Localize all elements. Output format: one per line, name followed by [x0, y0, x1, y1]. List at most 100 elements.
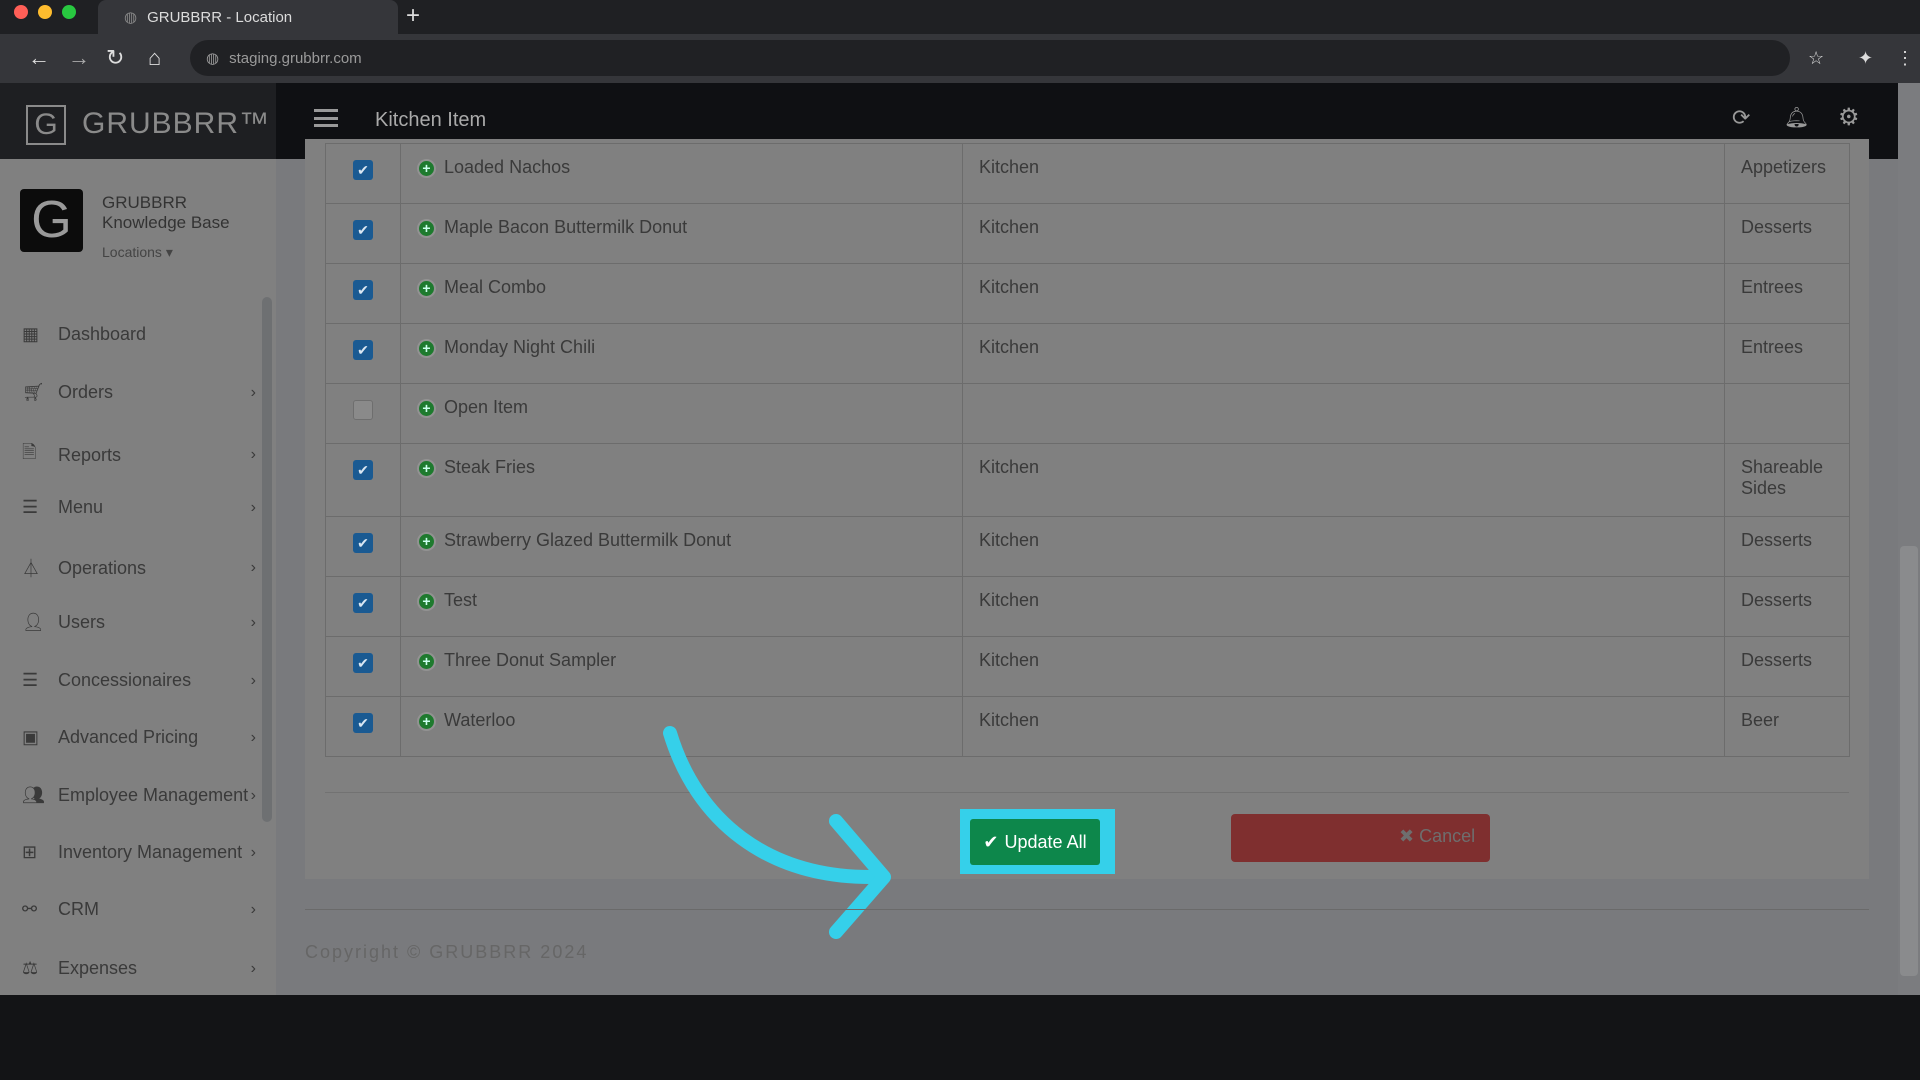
- sidebar-item-expenses[interactable]: ⚖ Expenses ›: [22, 958, 262, 979]
- sidebar-item-reports[interactable]: 🗎 Reports ›: [22, 440, 262, 470]
- flask-icon: ⏃: [22, 559, 40, 579]
- sidebar-scrollbar[interactable]: [262, 297, 272, 822]
- browser-menu-icon[interactable]: ⋮: [1896, 46, 1914, 70]
- category-name: Desserts: [1741, 217, 1813, 237]
- chevron-right-icon: ›: [250, 559, 256, 576]
- category-name: Desserts: [1741, 590, 1813, 610]
- station-cell: Kitchen: [962, 203, 1725, 264]
- locations-dropdown[interactable]: Locations ▾: [102, 244, 173, 261]
- station-name: Kitchen: [979, 650, 1040, 670]
- sidebar-item-advanced-pricing[interactable]: ▣ Advanced Pricing ›: [22, 727, 262, 748]
- url-input[interactable]: ◍ staging.grubbrr.com: [190, 40, 1790, 76]
- chevron-right-icon: ›: [250, 843, 256, 861]
- sidebar-item-orders[interactable]: 🛒︎ Orders ›: [22, 382, 262, 403]
- plus-circle-icon[interactable]: +: [417, 458, 436, 478]
- item-name: Waterloo: [444, 710, 516, 730]
- sidebar-item-employee-management[interactable]: 👥︎ Employee Management ›: [22, 785, 262, 806]
- chevron-right-icon: ›: [250, 728, 256, 746]
- sidebar-item-menu[interactable]: ☰ Menu ›: [22, 497, 262, 518]
- plus-circle-icon[interactable]: +: [417, 218, 436, 238]
- url-text: staging.grubbrr.com: [229, 49, 362, 67]
- browser-tab[interactable]: ◍ GRUBBRR - Location: [98, 0, 398, 34]
- sidebar-item-dashboard[interactable]: ▦ Dashboard: [22, 324, 262, 345]
- gear-icon[interactable]: ⚙: [1838, 103, 1860, 132]
- category-cell: Appetizers: [1724, 143, 1850, 204]
- table-row: + Open Item: [325, 383, 1850, 444]
- checkbox-cell: ✔: [325, 576, 401, 637]
- page-scrollbar[interactable]: [1898, 83, 1920, 995]
- row-checkbox[interactable]: ✔: [353, 653, 373, 673]
- refresh-icon[interactable]: ⟳: [1732, 105, 1750, 131]
- link-icon: ⚯: [22, 899, 38, 919]
- category-cell: Entrees: [1724, 263, 1850, 324]
- close-window-button[interactable]: [14, 5, 28, 19]
- table-row: ✔ + Test Kitchen Desserts: [325, 576, 1850, 637]
- row-checkbox[interactable]: ✔: [353, 533, 373, 553]
- station-cell: Kitchen: [962, 696, 1725, 757]
- plus-circle-icon[interactable]: +: [417, 591, 436, 611]
- category-name: Entrees: [1741, 337, 1804, 357]
- table-row: ✔ + Waterloo Kitchen Beer: [325, 696, 1850, 757]
- row-checkbox[interactable]: ✔: [353, 713, 373, 733]
- station-name: Kitchen: [979, 457, 1040, 477]
- sidebar-item-operations[interactable]: ⏃ Operations ›: [22, 555, 262, 581]
- minimize-window-button[interactable]: [38, 5, 52, 19]
- checkbox-cell: ✔: [325, 696, 401, 757]
- table-row: ✔ + Maple Bacon Buttermilk Donut Kitchen …: [325, 203, 1850, 264]
- sidebar-item-inventory-management[interactable]: ⊞ Inventory Management ›: [22, 842, 262, 863]
- new-tab-button[interactable]: +: [406, 2, 420, 30]
- sidebar-item-label: Orders: [58, 382, 114, 402]
- cancel-label: Cancel: [1419, 826, 1476, 846]
- sidebar-item-label: Reports: [58, 444, 122, 465]
- home-icon[interactable]: ⌂: [148, 46, 161, 70]
- category-name: Appetizers: [1741, 157, 1827, 177]
- sidebar-item-label: CRM: [58, 899, 99, 919]
- row-checkbox[interactable]: ✔: [353, 593, 373, 613]
- plus-circle-icon[interactable]: +: [417, 531, 436, 551]
- row-checkbox[interactable]: ✔: [353, 460, 373, 480]
- plus-circle-icon[interactable]: +: [417, 651, 436, 671]
- station-cell: Kitchen: [962, 263, 1725, 324]
- bookmark-star-icon[interactable]: ☆: [1808, 46, 1824, 70]
- kitchen-items-table-wrapper: ✔ + Loaded Nachos Kitchen Appetizers ✔ + Ma…: [325, 143, 1850, 757]
- cancel-button[interactable]: ✖ Cancel: [1231, 814, 1490, 862]
- row-checkbox[interactable]: ✔: [353, 340, 373, 360]
- row-checkbox[interactable]: [353, 400, 373, 420]
- item-name: Meal Combo: [444, 277, 547, 297]
- row-checkbox[interactable]: ✔: [353, 160, 373, 180]
- sitemap-icon: ⊞: [22, 842, 38, 862]
- bell-icon[interactable]: 🔔︎: [1784, 105, 1809, 130]
- checkbox-cell: [325, 383, 401, 444]
- plus-circle-icon[interactable]: +: [417, 338, 436, 358]
- station-cell: Kitchen: [962, 636, 1725, 697]
- category-cell: Shareable Sides: [1724, 443, 1850, 517]
- name-cell: + Three Donut Sampler: [400, 636, 963, 697]
- hamburger-menu-icon[interactable]: [314, 109, 338, 127]
- category-name: Entrees: [1741, 277, 1804, 297]
- maximize-window-button[interactable]: [62, 5, 76, 19]
- back-icon[interactable]: ←: [28, 46, 50, 70]
- update-all-button[interactable]: ✔ Update All: [970, 819, 1100, 865]
- sidebar-item-concessionaires[interactable]: ☰ Concessionaires ›: [22, 670, 262, 691]
- scrollbar-thumb[interactable]: [1900, 546, 1918, 976]
- plus-circle-icon[interactable]: +: [417, 158, 436, 178]
- station-name: Kitchen: [979, 530, 1040, 550]
- station-cell: Kitchen: [962, 443, 1725, 517]
- sidebar-item-crm[interactable]: ⚯ CRM ›: [22, 899, 262, 920]
- sidebar-item-users[interactable]: 👤︎ Users ›: [22, 612, 262, 633]
- plus-circle-icon[interactable]: +: [417, 278, 436, 298]
- table-row: ✔ + Loaded Nachos Kitchen Appetizers: [325, 143, 1850, 204]
- item-name: Steak Fries: [444, 457, 536, 477]
- row-checkbox[interactable]: ✔: [353, 280, 373, 300]
- row-checkbox[interactable]: ✔: [353, 220, 373, 240]
- forward-icon[interactable]: →: [68, 46, 90, 70]
- reload-icon[interactable]: ↻: [106, 46, 124, 70]
- checkbox-cell: ✔: [325, 203, 401, 264]
- plus-circle-icon[interactable]: +: [417, 711, 436, 731]
- extensions-icon[interactable]: ✦: [1858, 46, 1873, 70]
- category-cell: Entrees: [1724, 323, 1850, 384]
- station-name: Kitchen: [979, 277, 1040, 297]
- plus-circle-icon[interactable]: +: [417, 398, 436, 418]
- station-cell: Kitchen: [962, 576, 1725, 637]
- profile-name: GRUBBRR Knowledge Base: [102, 193, 230, 232]
